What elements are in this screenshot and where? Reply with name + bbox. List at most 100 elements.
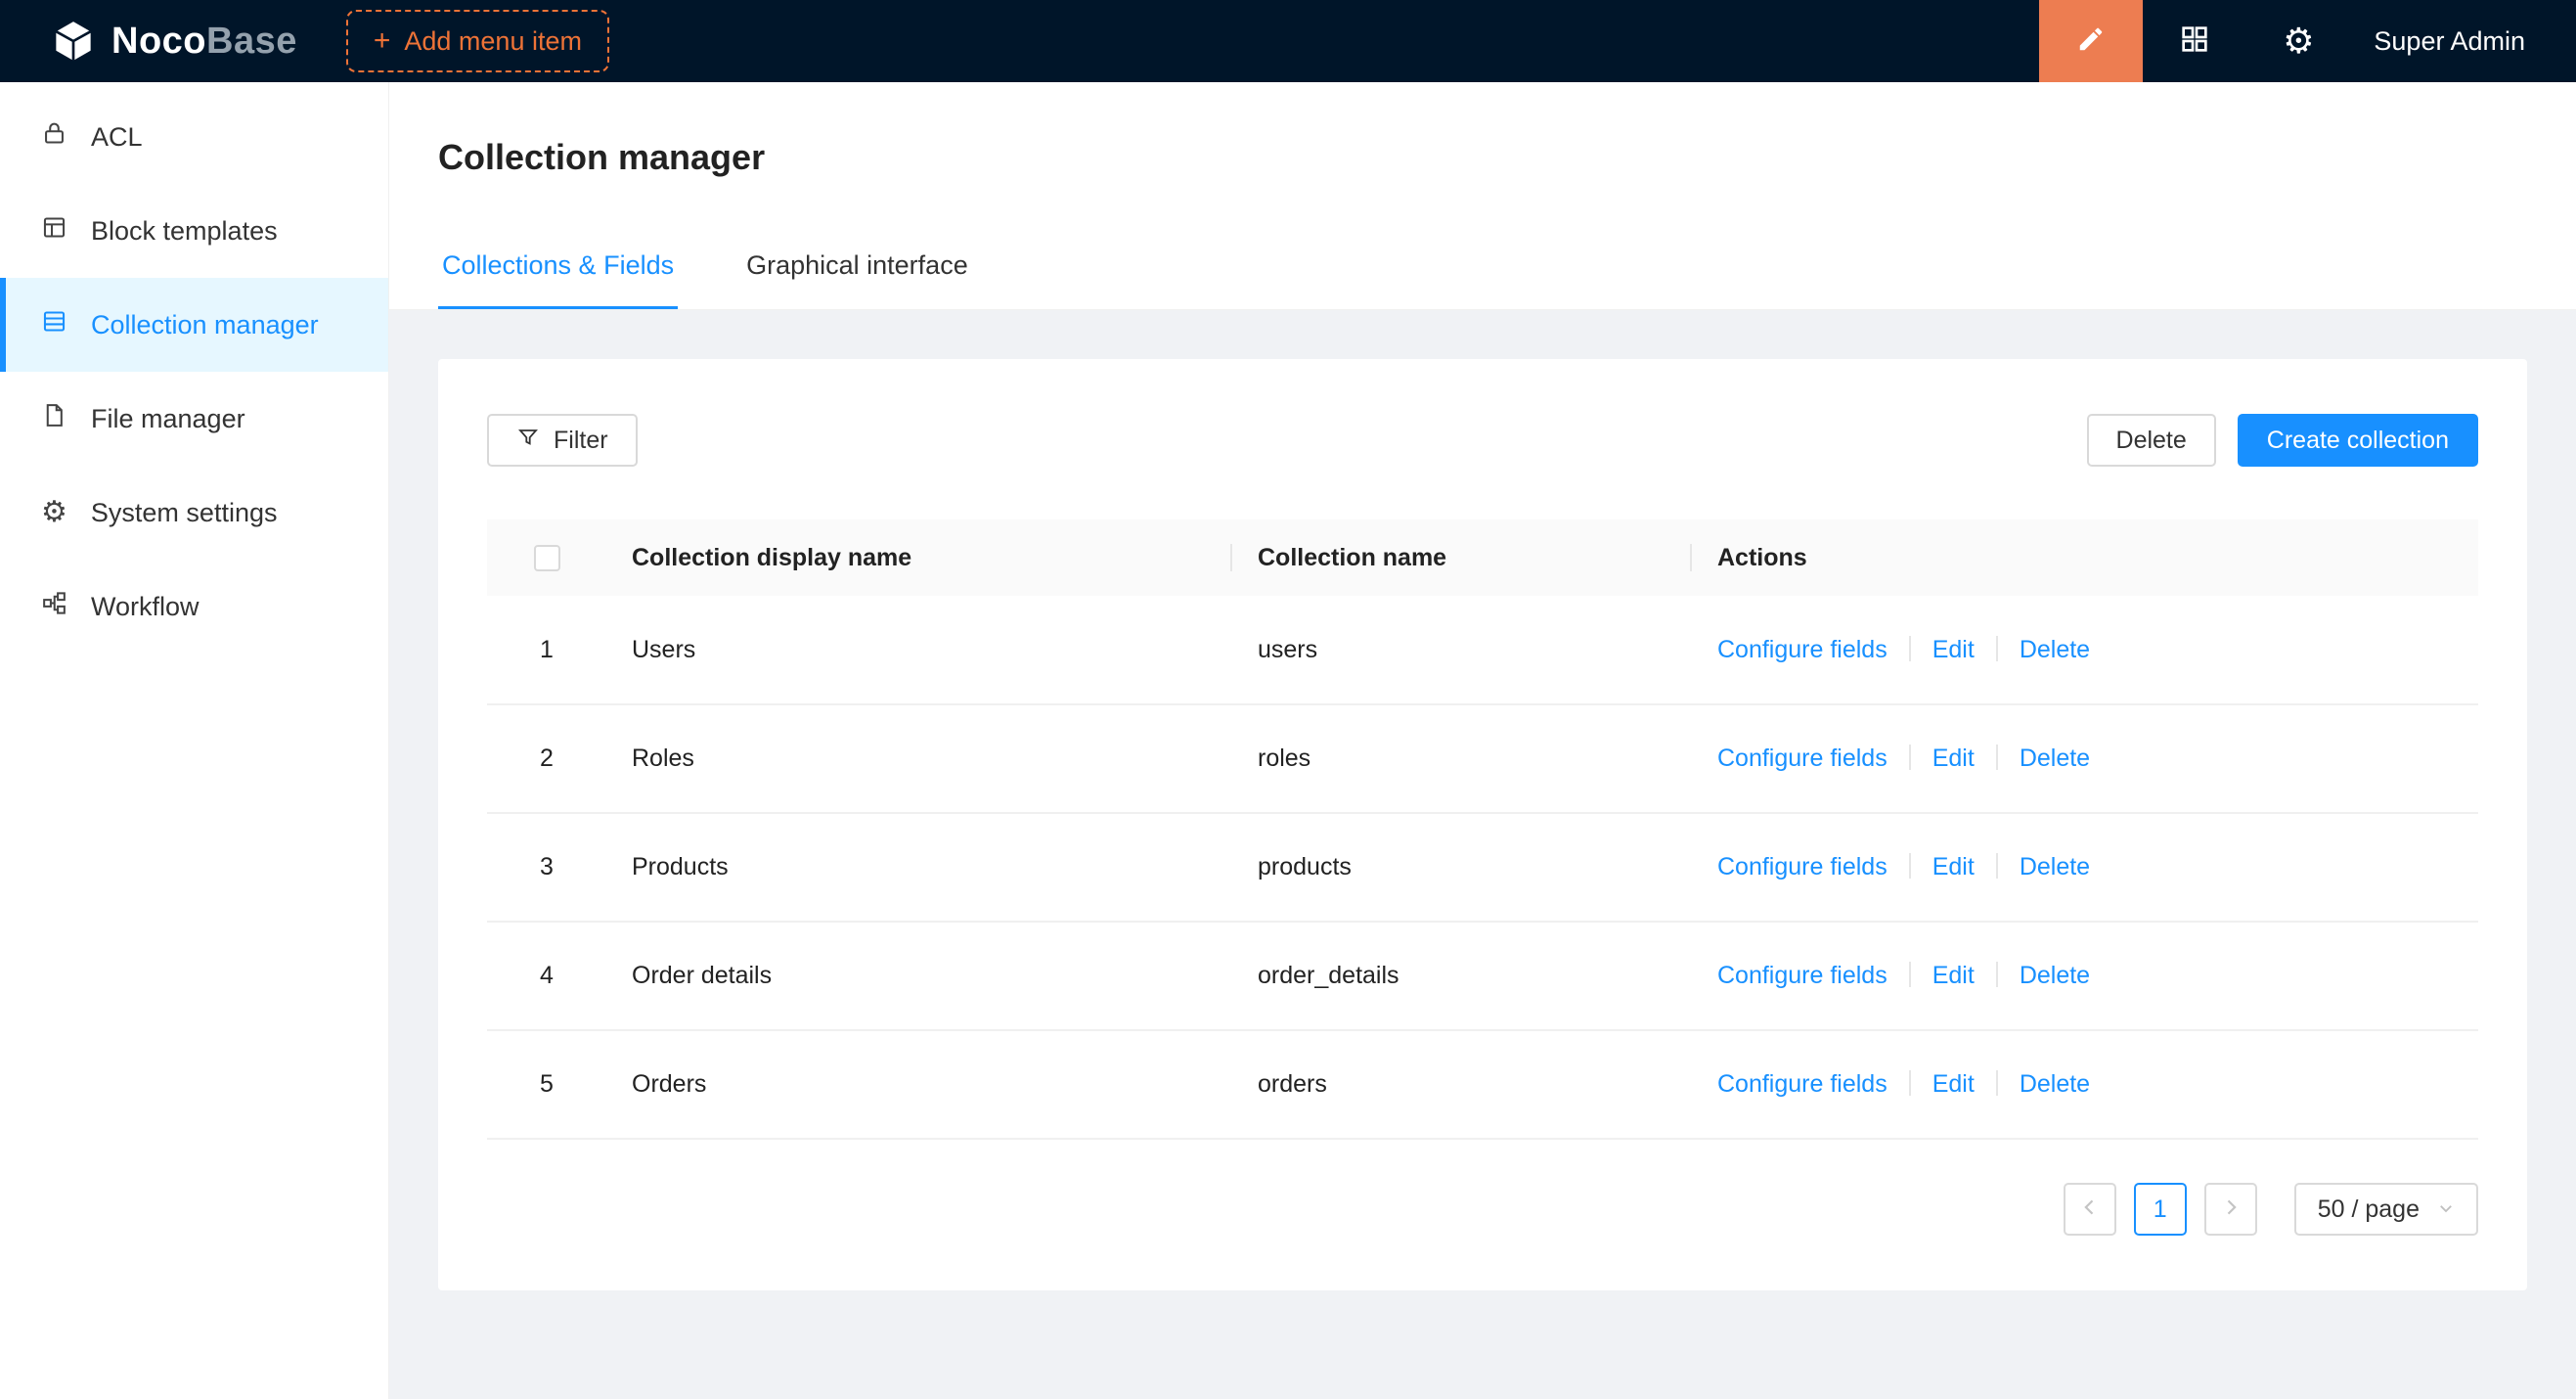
delete-link[interactable]: Delete	[2020, 636, 2090, 663]
row-actions: Configure fields Edit Delete	[1692, 813, 2478, 922]
collections-table: Collection display name Collection name …	[487, 519, 2478, 1140]
collection-display-name-cell: Roles	[606, 704, 1232, 813]
row-index: 2	[487, 704, 606, 813]
chevron-left-icon	[2080, 1196, 2100, 1224]
collection-display-name-cell: Orders	[606, 1030, 1232, 1139]
sidebar-item-label: ACL	[91, 122, 143, 153]
row-index: 5	[487, 1030, 606, 1139]
configure-fields-link[interactable]: Configure fields	[1717, 745, 1888, 772]
tab-graphical-interface[interactable]: Graphical interface	[742, 250, 972, 309]
pagination: 1 50 / page	[487, 1183, 2478, 1236]
settings-button[interactable]: ⚙	[2246, 0, 2350, 82]
file-icon	[41, 402, 67, 435]
collection-name-cell: users	[1232, 596, 1692, 704]
pagination-next-button[interactable]	[2204, 1183, 2257, 1236]
collection-name-cell: orders	[1232, 1030, 1692, 1139]
row-index: 3	[487, 813, 606, 922]
select-all-checkbox[interactable]	[534, 545, 560, 571]
action-divider	[1996, 636, 1998, 661]
appstore-grid-icon	[2179, 23, 2210, 60]
collection-display-name-cell: Products	[606, 813, 1232, 922]
collection-name-cell: products	[1232, 813, 1692, 922]
ui-editor-pencil-icon	[2076, 24, 2106, 59]
lock-icon	[41, 120, 67, 154]
delete-link[interactable]: Delete	[2020, 853, 2090, 880]
action-divider	[1909, 1070, 1911, 1096]
collection-display-name-cell: Users	[606, 596, 1232, 704]
filter-button[interactable]: Filter	[487, 414, 638, 467]
table-row: 3 Products products Configure fields Edit…	[487, 813, 2478, 922]
row-actions: Configure fields Edit Delete	[1692, 596, 2478, 704]
sidebar-item-system-settings[interactable]: ⚙ System settings	[0, 466, 388, 560]
filter-funnel-icon	[516, 426, 540, 456]
page-size-value: 50 / page	[2318, 1196, 2420, 1224]
user-menu[interactable]: Super Admin	[2350, 26, 2576, 57]
edit-link[interactable]: Edit	[1932, 962, 1975, 989]
column-header-collection-name: Collection name	[1232, 519, 1692, 596]
delete-link[interactable]: Delete	[2020, 745, 2090, 772]
configure-fields-link[interactable]: Configure fields	[1717, 636, 1888, 663]
row-actions: Configure fields Edit Delete	[1692, 1030, 2478, 1139]
row-actions: Configure fields Edit Delete	[1692, 704, 2478, 813]
configure-fields-link[interactable]: Configure fields	[1717, 1070, 1888, 1098]
layout-icon	[41, 214, 67, 248]
sidebar-item-collection-manager[interactable]: Collection manager	[0, 278, 388, 372]
table-row: 5 Orders orders Configure fields Edit Dele…	[487, 1030, 2478, 1139]
table-row: 1 Users users Configure fields Edit Delete	[487, 596, 2478, 704]
collection-name-cell: roles	[1232, 704, 1692, 813]
table-toolbar: Filter Delete Create collection	[487, 414, 2478, 467]
plugins-button[interactable]	[2143, 0, 2246, 82]
table-icon	[41, 308, 67, 341]
row-actions: Configure fields Edit Delete	[1692, 922, 2478, 1030]
sidebar-item-file-manager[interactable]: File manager	[0, 372, 388, 466]
table-row: 2 Roles roles Configure fields Edit Delete	[487, 704, 2478, 813]
action-divider	[1909, 962, 1911, 987]
pagination-page-1[interactable]: 1	[2134, 1183, 2187, 1236]
edit-link[interactable]: Edit	[1932, 745, 1975, 772]
sidebar-item-label: File manager	[91, 404, 245, 434]
edit-link[interactable]: Edit	[1932, 853, 1975, 880]
sidebar-item-acl[interactable]: ACL	[0, 90, 388, 184]
configure-fields-link[interactable]: Configure fields	[1717, 962, 1888, 989]
action-divider	[1909, 636, 1911, 661]
ui-editor-button[interactable]	[2039, 0, 2143, 82]
delete-link[interactable]: Delete	[2020, 1070, 2090, 1098]
chevron-down-icon	[2437, 1196, 2455, 1224]
row-index: 1	[487, 596, 606, 704]
collection-display-name-cell: Order details	[606, 922, 1232, 1030]
configure-fields-link[interactable]: Configure fields	[1717, 853, 1888, 880]
workflow-icon	[41, 590, 67, 623]
table-row: 4 Order details order_details Configure …	[487, 922, 2478, 1030]
table-header-row: Collection display name Collection name …	[487, 519, 2478, 596]
gear-icon: ⚙	[2283, 23, 2314, 59]
collection-name-cell: order_details	[1232, 922, 1692, 1030]
pagination-prev-button[interactable]	[2064, 1183, 2116, 1236]
column-header-display-name: Collection display name	[606, 519, 1232, 596]
sidebar-item-label: Workflow	[91, 592, 200, 622]
action-divider	[1909, 853, 1911, 879]
page-size-select[interactable]: 50 / page	[2294, 1183, 2478, 1236]
sidebar-item-block-templates[interactable]: Block templates	[0, 184, 388, 278]
row-index: 4	[487, 922, 606, 1030]
chevron-right-icon	[2221, 1196, 2241, 1224]
nocobase-logo[interactable]: NocoBase	[0, 19, 333, 64]
sidebar-item-workflow[interactable]: Workflow	[0, 560, 388, 654]
gear-icon: ⚙	[41, 498, 67, 527]
add-menu-item-button[interactable]: + Add menu item	[346, 10, 609, 72]
sidebar-item-label: System settings	[91, 498, 278, 528]
content-area: Filter Delete Create collection Collecti…	[389, 310, 2576, 1399]
action-divider	[1996, 1070, 1998, 1096]
action-divider	[1996, 853, 1998, 879]
action-divider	[1909, 745, 1911, 770]
collections-card: Filter Delete Create collection Collecti…	[438, 359, 2527, 1290]
create-collection-button[interactable]: Create collection	[2238, 414, 2478, 467]
delete-link[interactable]: Delete	[2020, 962, 2090, 989]
delete-button[interactable]: Delete	[2087, 414, 2216, 467]
logo-text: NocoBase	[111, 21, 297, 63]
action-divider	[1996, 962, 1998, 987]
top-header: NocoBase + Add menu item ⚙	[0, 0, 2576, 82]
tab-collections-fields[interactable]: Collections & Fields	[438, 250, 678, 309]
edit-link[interactable]: Edit	[1932, 1070, 1975, 1098]
edit-link[interactable]: Edit	[1932, 636, 1975, 663]
settings-sidebar: ACL Block templates Collection manager	[0, 82, 389, 1399]
